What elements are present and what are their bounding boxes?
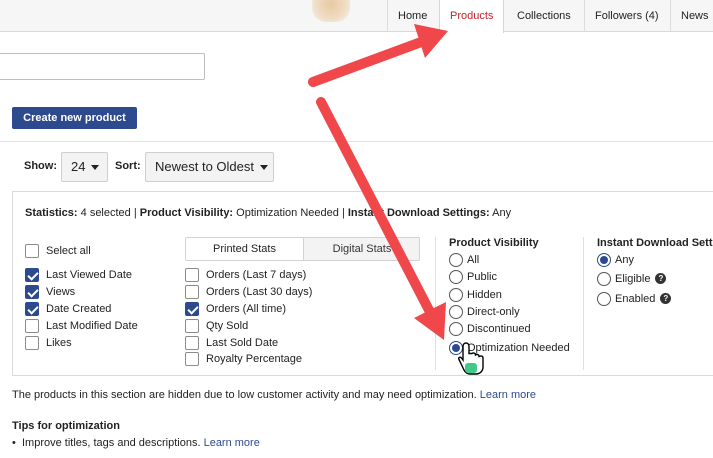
hand-cursor-icon	[458, 342, 484, 375]
annotation-overlay	[308, 24, 484, 375]
annotation-arrow	[316, 97, 446, 340]
annotation-arrow	[308, 24, 448, 87]
